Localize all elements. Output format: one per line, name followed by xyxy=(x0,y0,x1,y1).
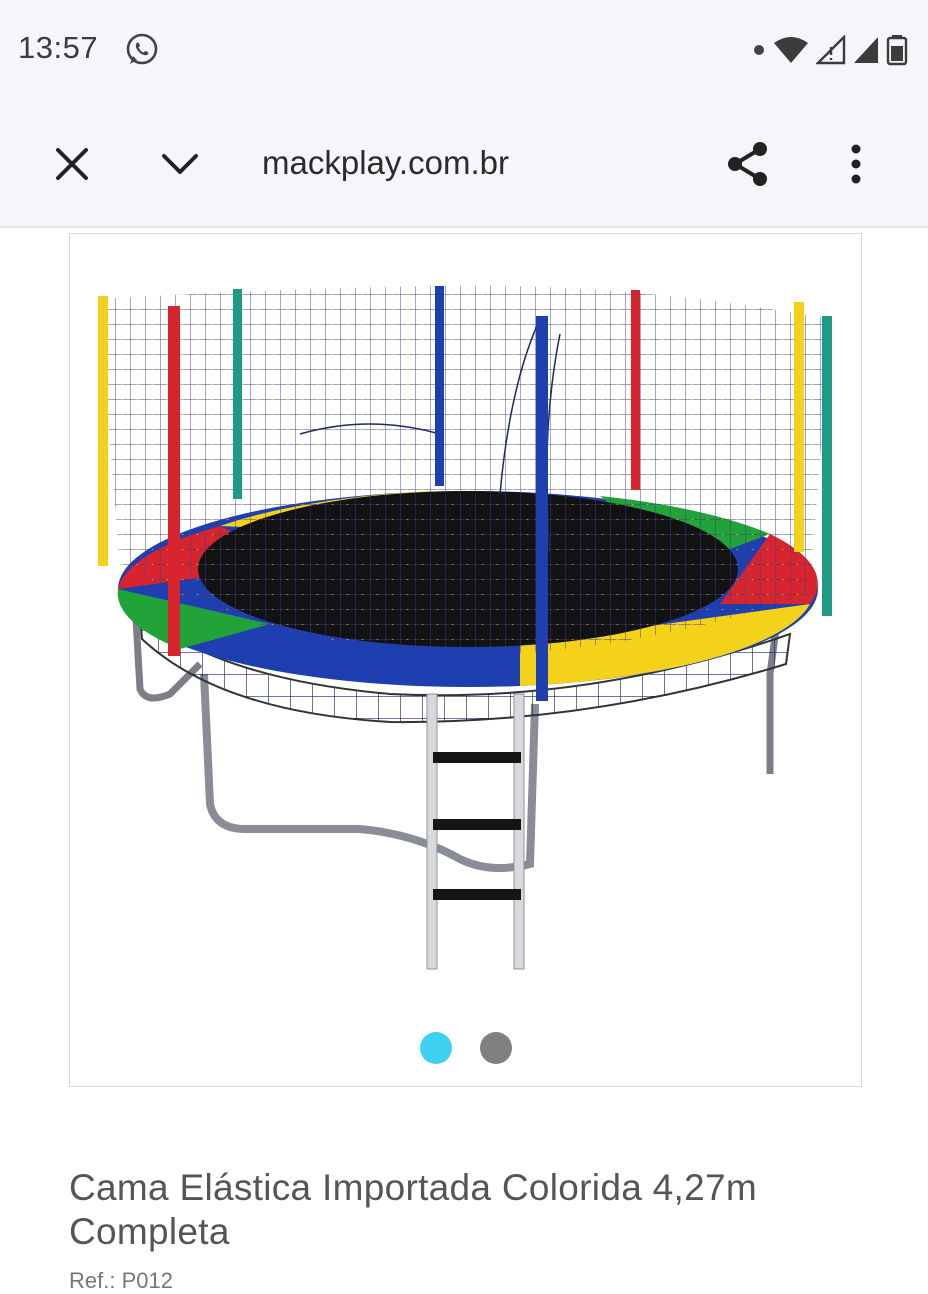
share-button[interactable] xyxy=(724,140,772,188)
dot-icon xyxy=(754,45,764,55)
status-indicators xyxy=(752,30,908,70)
product-ref: Ref.: P012 xyxy=(69,1268,173,1293)
product-title: Cama Elástica Importada Colorida 4,27m C… xyxy=(69,1167,757,1252)
signal-icon xyxy=(816,35,846,65)
signal-icon xyxy=(854,37,878,63)
more-vert-icon xyxy=(851,144,861,184)
battery-icon xyxy=(886,35,908,66)
product-image-carousel[interactable] xyxy=(69,233,862,1087)
status-time: 13:57 xyxy=(18,30,99,65)
close-icon xyxy=(56,148,88,180)
wifi-icon xyxy=(774,37,808,63)
carousel-dot[interactable] xyxy=(479,1032,512,1064)
share-icon xyxy=(728,142,767,186)
custom-tab-toolbar: mackplay.com.br xyxy=(0,100,928,228)
minimize-button[interactable] xyxy=(156,140,204,188)
close-button[interactable] xyxy=(48,140,96,188)
status-bar: 13:57 xyxy=(0,0,928,100)
whatsapp-icon xyxy=(126,33,158,65)
trampoline-product-image[interactable] xyxy=(70,234,861,1024)
carousel-dot-active[interactable] xyxy=(419,1032,452,1064)
chevron-down-icon xyxy=(162,154,198,174)
url-text[interactable]: mackplay.com.br xyxy=(262,144,509,182)
carousel-indicators xyxy=(70,1032,861,1064)
menu-button[interactable] xyxy=(832,140,880,188)
